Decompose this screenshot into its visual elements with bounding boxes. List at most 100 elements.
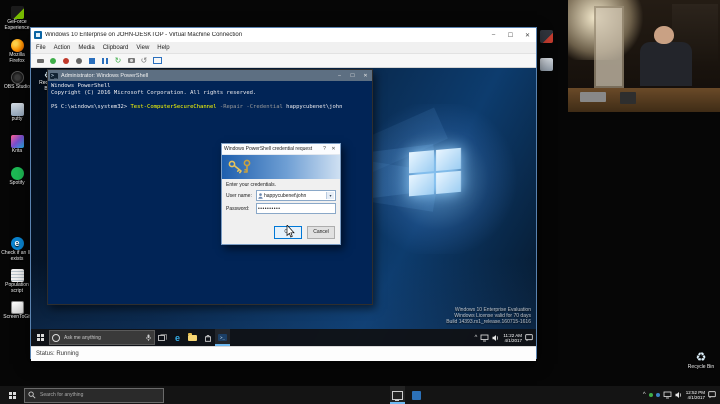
ps-maximize-button[interactable]: ☐ [346,70,359,81]
cmdlet-token: Test-ComputerSecureChannel [130,104,217,110]
start-button[interactable] [0,386,24,404]
close-button[interactable]: ✕ [519,28,536,42]
spotify-icon [10,167,24,180]
user-icon [258,192,263,199]
host-clock[interactable]: 12:52 PM 4/1/2017 [686,390,705,400]
host-search-input[interactable] [38,391,160,399]
ps-minimize-button[interactable]: – [333,70,346,81]
pause-button[interactable] [100,56,110,66]
turn-off-button[interactable] [61,56,71,66]
desktop-icon-population-script[interactable]: Population script [1,269,33,294]
tray-chevron-icon[interactable]: ^ [474,335,477,341]
enhanced-session-button[interactable] [152,56,162,66]
powershell-taskbar-button[interactable]: >_ [215,329,230,346]
menu-media[interactable]: Media [78,45,94,51]
vm-screen[interactable]: ♻ Recycle Bin >_ Administrator: Windows … [31,68,536,346]
speaker-icon[interactable] [675,391,683,399]
minimize-button[interactable]: – [485,28,502,42]
ctrl-alt-del-button[interactable] [35,56,45,66]
desktop-icon-label: ScreenToGif [3,314,31,320]
screentogif-icon [10,301,24,314]
dialog-close-button[interactable]: ✕ [329,146,338,152]
speaker-icon[interactable] [492,334,500,342]
status-text: Status: Running [36,351,79,357]
file-explorer-button[interactable] [185,329,200,346]
firefox-icon [10,39,24,52]
vm-system-tray: ^ 11:22 AM 4/1/2017 [474,329,536,346]
store-button[interactable] [200,329,215,346]
reset-button[interactable]: ↻ [113,56,123,66]
vm-start-button[interactable] [31,329,49,346]
desktop-icon[interactable] [540,30,553,43]
network-icon[interactable] [480,334,489,342]
start-vm-button[interactable] [48,56,58,66]
desktop-icon-spotify[interactable]: Spotify [1,167,33,187]
vm-search-input[interactable] [62,333,143,342]
internet-explorer-icon: e [10,237,24,250]
revert-button[interactable]: ↺ [139,56,149,66]
vm-clock[interactable]: 11:22 AM 4/1/2017 [503,333,522,343]
checkpoint-icon [127,58,135,63]
dialog-help-button[interactable]: ? [320,146,329,152]
vm-search-box[interactable] [49,330,155,345]
vmconnect-taskbar-button[interactable] [390,386,405,404]
menu-help[interactable]: Help [157,45,169,51]
menu-clipboard[interactable]: Clipboard [103,45,129,51]
password-value: •••••••••• [258,205,281,212]
password-label: Password: [226,205,250,212]
ps-close-button[interactable]: ✕ [359,70,372,81]
desktop-icon-label: OBS Studio [3,84,31,90]
desktop-icon-firefox[interactable]: Mozilla Firefox [1,39,33,64]
geforce-icon [10,6,24,19]
network-icon[interactable] [663,391,672,399]
cancel-button[interactable]: Cancel [307,226,335,239]
task-view-icon [158,333,167,341]
vm-status-bar: Status: Running [31,346,536,361]
action-center-icon[interactable] [525,333,533,342]
host-taskbar-apps [390,386,424,404]
menu-file[interactable]: File [36,45,46,51]
dialog-title: Windows PowerShell credential request [224,146,313,152]
credential-dialog: Windows PowerShell credential request ? … [221,143,341,245]
menu-view[interactable]: View [136,45,149,51]
task-view-button[interactable] [155,329,170,346]
dropdown-icon[interactable]: ▾ [326,192,334,199]
tray-app-icon[interactable] [655,393,660,397]
desktop-icon-script-e[interactable]: e Check if an ID exists [1,237,33,262]
keys-icon [228,159,251,174]
desktop-icon-krita[interactable]: Krita [1,135,33,155]
taskbar-app-button[interactable] [409,386,424,404]
person-body [640,42,692,86]
password-field[interactable]: •••••••••• [256,203,336,214]
menu-action[interactable]: Action [54,45,71,51]
microphone-icon [146,334,151,341]
save-icon [89,57,95,64]
shutdown-button[interactable] [74,56,84,66]
maximize-button[interactable]: ☐ [502,28,519,42]
desk-item [580,92,606,102]
host-search-box[interactable] [24,387,164,403]
desktop-icon-screentogif[interactable]: ScreenToGif [1,301,33,321]
hyperv-window-icon [34,31,42,39]
krita-icon [10,135,24,148]
host-desktop: GeForce Experience Mozilla Firefox OBS S… [0,0,720,404]
windows-logo-icon [8,391,16,399]
username-field[interactable]: happycubenet\john ▾ [256,190,336,201]
desktop-icon-geforce[interactable]: GeForce Experience [1,6,33,31]
host-recycle-bin[interactable]: ♻ Recycle Bin [686,350,716,370]
action-center-icon[interactable] [708,391,716,399]
tray-app-icon[interactable] [648,393,653,397]
tray-chevron-icon[interactable]: ^ [643,392,646,398]
powershell-title: Administrator: Windows PowerShell [61,72,149,79]
desktop-icon-obs[interactable]: OBS Studio [1,71,33,91]
edge-taskbar-icon[interactable]: e [170,329,185,346]
save-vm-button[interactable] [87,56,97,66]
checkpoint-button[interactable] [126,56,136,66]
dialog-title-bar: Windows PowerShell credential request ? … [222,144,340,155]
desktop-icon[interactable] [540,58,553,71]
folder-icon [188,332,197,341]
dialog-prompt: Enter your credentials. [226,182,277,188]
desktop-icon-putty[interactable]: putty [1,103,33,123]
power-on-icon [50,57,56,64]
host-taskbar: ^ 12:52 PM 4/1/2017 [0,386,720,404]
